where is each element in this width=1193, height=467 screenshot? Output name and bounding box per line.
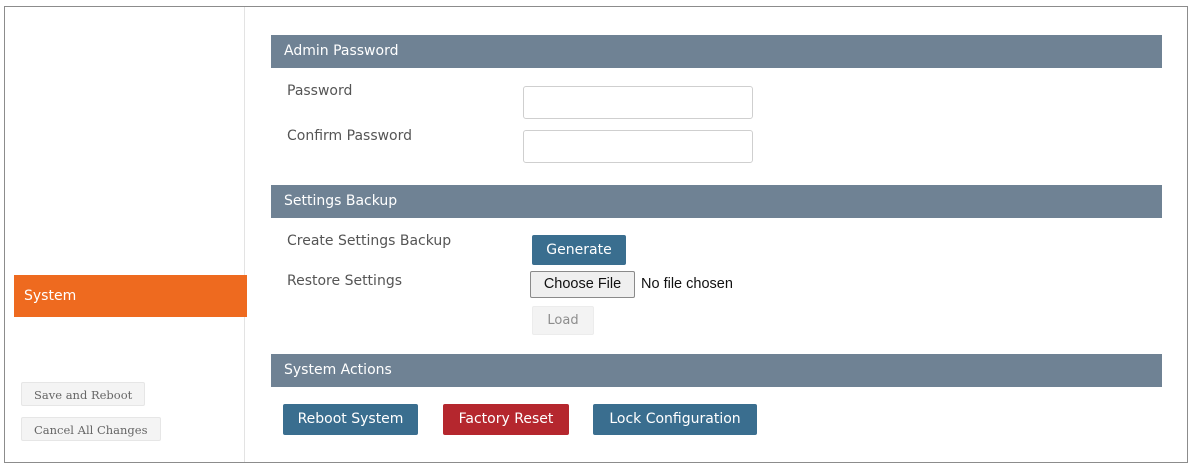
- load-button[interactable]: Load: [532, 306, 594, 335]
- sidebar: System Save and Reboot Cancel All Change…: [5, 7, 247, 462]
- lock-configuration-button[interactable]: Lock Configuration: [593, 404, 757, 435]
- cancel-all-changes-button[interactable]: Cancel All Changes: [21, 417, 161, 441]
- main-content: Admin Password Password Confirm Password…: [271, 7, 1162, 462]
- choose-file-button[interactable]: Choose File: [530, 271, 635, 298]
- reboot-system-button[interactable]: Reboot System: [283, 404, 418, 435]
- sidebar-item-system[interactable]: System: [14, 275, 247, 317]
- file-status-text: No file chosen: [641, 276, 733, 292]
- password-input[interactable]: [523, 86, 753, 119]
- save-and-reboot-button[interactable]: Save and Reboot: [21, 382, 146, 406]
- confirm-password-input[interactable]: [523, 130, 753, 163]
- factory-reset-button[interactable]: Factory Reset: [443, 404, 569, 435]
- confirm-password-label: Confirm Password: [287, 128, 413, 144]
- settings-backup-header: Settings Backup: [271, 185, 1162, 218]
- restore-settings-label: Restore Settings: [287, 273, 402, 289]
- generate-button[interactable]: Generate: [532, 235, 626, 265]
- settings-panel: System Save and Reboot Cancel All Change…: [4, 6, 1188, 463]
- system-actions-header: System Actions: [271, 354, 1162, 387]
- password-label: Password: [287, 83, 353, 99]
- admin-password-header: Admin Password: [271, 35, 1162, 68]
- create-backup-label: Create Settings Backup: [287, 233, 452, 249]
